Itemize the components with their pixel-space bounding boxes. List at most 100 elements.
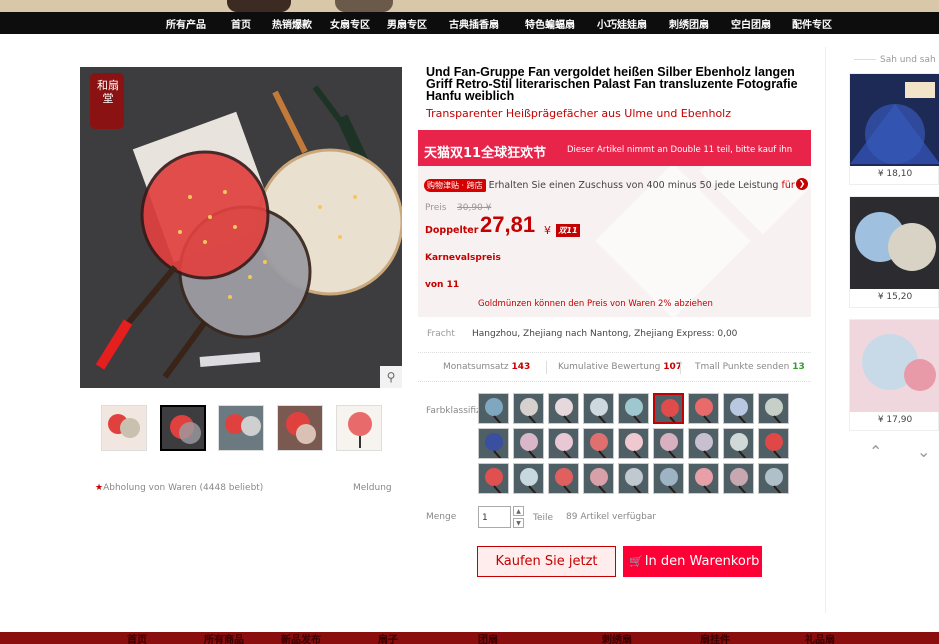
color-swatch[interactable]	[653, 393, 684, 424]
nav-item-bat-fans[interactable]: 特色蝙蝠扇	[525, 16, 575, 31]
buy-now-button[interactable]: Kaufen Sie jetzt	[477, 546, 616, 577]
coupon-more-link[interactable]: für	[781, 180, 794, 191]
product-page: 所有产品 首页 热销爆款 女扇专区 男扇专区 古典插香扇 特色蝙蝠扇 小巧娃娃扇…	[0, 0, 939, 644]
related-item-image	[850, 197, 939, 289]
banner-title: 天猫双11全球狂欢节	[424, 146, 547, 161]
stat-reviews[interactable]: Kumulative Bewertung 107	[558, 362, 682, 372]
quantity-increase-button[interactable]: ▲	[513, 506, 524, 516]
stat-label: Kumulative Bewertung	[558, 362, 661, 372]
related-item[interactable]: ¥ 18,10	[849, 73, 939, 185]
footer-item[interactable]: 团扇	[478, 631, 498, 644]
color-swatch[interactable]	[723, 463, 754, 494]
color-swatch[interactable]	[548, 463, 579, 494]
color-swatch[interactable]	[548, 428, 579, 459]
related-item[interactable]: ¥ 15,20	[849, 196, 939, 308]
sidebar-divider	[825, 47, 826, 613]
footer-nav: 首页 所有商品 新品发布 扇子 团扇 刺绣扇 扇挂件 礼品扇	[0, 632, 939, 644]
double11-icon: 双11	[556, 224, 580, 237]
color-swatch[interactable]	[758, 393, 789, 424]
thumbnail[interactable]	[101, 405, 147, 451]
nav-item-blank-fans[interactable]: 空白团扇	[731, 16, 771, 31]
top-decor-band	[0, 0, 939, 12]
product-title: Und Fan-Gruppe Fan vergoldet heißen Silb…	[426, 65, 798, 103]
nav-item-incense-fans[interactable]: 古典插香扇	[449, 16, 499, 31]
carnival-from-label: von 11	[425, 280, 460, 290]
color-swatch[interactable]	[688, 393, 719, 424]
product-subtitle: Transparenter Heißprägefächer aus Ulme u…	[426, 107, 732, 120]
quantity-decrease-button[interactable]: ▼	[513, 518, 524, 528]
zoom-button[interactable]: ⚲	[380, 366, 402, 388]
thumbnail-image	[286, 412, 316, 444]
coupon-tag: 购物津贴 · 跨店	[424, 179, 486, 192]
divider	[680, 361, 681, 374]
nav-item-accessories[interactable]: 配件专区	[792, 16, 832, 31]
shop-nav: 所有产品 首页 热销爆款 女扇专区 男扇专区 古典插香扇 特色蝙蝠扇 小巧娃娃扇…	[0, 12, 939, 34]
color-swatch[interactable]	[758, 428, 789, 459]
banner-text: Dieser Artikel nimmt an Double 11 teil, …	[567, 145, 793, 155]
color-swatch[interactable]	[618, 393, 649, 424]
thumbnail[interactable]	[160, 405, 206, 451]
cart-icon: 🛒	[629, 555, 643, 568]
decor-shape	[335, 0, 393, 12]
footer-item[interactable]: 扇挂件	[700, 631, 730, 644]
footer-item[interactable]: 所有商品	[204, 631, 244, 644]
nav-item-all-products[interactable]: 所有产品	[166, 16, 206, 31]
nav-item-doll-fans[interactable]: 小巧娃娃扇	[597, 16, 647, 31]
color-swatch[interactable]	[478, 428, 509, 459]
chevron-right-icon[interactable]: ❯	[796, 178, 808, 190]
add-to-cart-label: In den Warenkorb leg	[644, 554, 762, 569]
color-swatch[interactable]	[513, 393, 544, 424]
nav-item-embroidery-fans[interactable]: 刺绣团扇	[669, 16, 709, 31]
related-item-price: ¥ 18,10	[877, 169, 913, 179]
color-swatch[interactable]	[723, 393, 754, 424]
thumbnail-image	[108, 414, 140, 438]
price-panel: 购物津贴 · 跨店 Erhalten Sie einen Zuschuss von…	[418, 166, 811, 317]
footer-item[interactable]: 扇子	[378, 631, 398, 644]
color-swatch[interactable]	[653, 428, 684, 459]
thumbnail[interactable]	[218, 405, 264, 451]
decor-shape	[227, 0, 291, 12]
chevron-up-icon[interactable]: ⌃	[869, 442, 882, 461]
related-item-image	[850, 320, 939, 412]
color-swatch[interactable]	[618, 428, 649, 459]
color-swatch[interactable]	[583, 393, 614, 424]
color-swatch[interactable]	[513, 463, 544, 494]
color-swatch[interactable]	[478, 463, 509, 494]
nav-item-men-fans[interactable]: 男扇专区	[387, 16, 427, 31]
add-to-cart-button[interactable]: 🛒In den Warenkorb leg	[623, 546, 762, 577]
collect-link[interactable]: ★Abholung von Waren (4448 beliebt)	[95, 483, 263, 493]
quantity-input[interactable]: 1	[478, 506, 511, 528]
report-link[interactable]: Meldung	[353, 483, 392, 493]
color-swatch[interactable]	[688, 463, 719, 494]
color-swatch[interactable]	[548, 393, 579, 424]
footer-item[interactable]: 刺绣扇	[602, 631, 632, 644]
nav-item-home[interactable]: 首页	[231, 16, 251, 31]
thumbnail[interactable]	[277, 405, 323, 451]
chevron-down-icon[interactable]: ⌄	[917, 442, 930, 461]
nav-item-women-fans[interactable]: 女扇专区	[330, 16, 370, 31]
color-swatch[interactable]	[758, 463, 789, 494]
color-swatch[interactable]	[618, 463, 649, 494]
double11-banner: 天猫双11全球狂欢节 Dieser Artikel nimmt an Doubl…	[418, 130, 811, 166]
thumbnail-image	[225, 414, 261, 436]
footer-item[interactable]: 新品发布	[281, 631, 321, 644]
thumbnail[interactable]	[336, 405, 382, 451]
footer-item[interactable]: 礼品扇	[805, 631, 835, 644]
coupon-text: Erhalten Sie einen Zuschuss von 400 minu…	[488, 180, 779, 191]
color-swatch[interactable]	[653, 463, 684, 494]
nav-item-bestsellers[interactable]: 热销爆款	[272, 16, 312, 31]
color-swatch[interactable]	[478, 393, 509, 424]
color-swatch[interactable]	[583, 463, 614, 494]
collect-label: Abholung von	[103, 483, 166, 493]
stat-label: Monatsumsatz	[443, 362, 509, 372]
star-icon: ★	[95, 483, 104, 493]
color-swatch[interactable]	[513, 428, 544, 459]
related-item[interactable]: ¥ 17,90	[849, 319, 939, 431]
stat-monthly-sales: Monatsumsatz 143	[443, 362, 530, 372]
color-swatch[interactable]	[723, 428, 754, 459]
footer-item[interactable]: 首页	[127, 631, 147, 644]
main-product-image[interactable]: 和扇堂 ⚲	[80, 67, 402, 388]
fan-image	[850, 82, 939, 164]
color-swatch[interactable]	[583, 428, 614, 459]
color-swatch[interactable]	[688, 428, 719, 459]
